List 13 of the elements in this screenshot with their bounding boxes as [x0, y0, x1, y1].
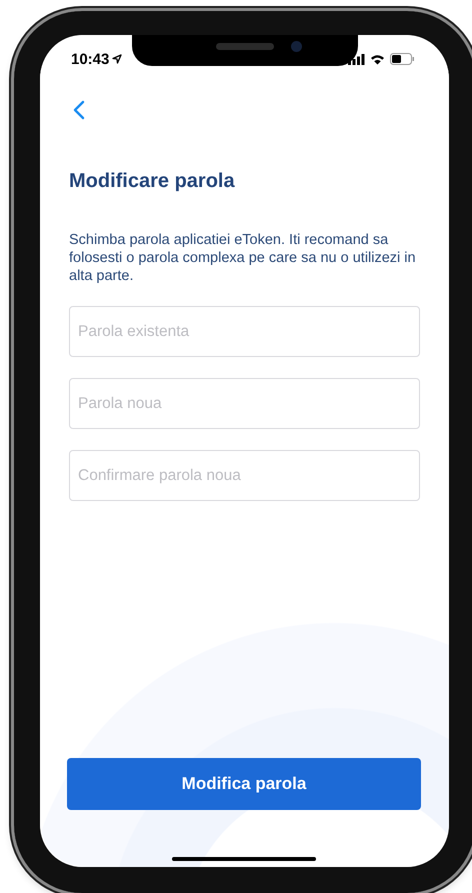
page-title: Modificare parola: [69, 170, 236, 193]
password-field[interactable]: Confirmare parola noua: [69, 450, 420, 501]
description-text: Schimba parola aplicatiei eToken. Iti recomand sa folosesti o parola complexa pe care sa nu o utilizezi in alta parte.: [69, 231, 417, 285]
password-field[interactable]: Parola existenta: [69, 306, 420, 357]
speaker-grille: [216, 43, 274, 50]
status-time: 10:43: [71, 52, 110, 66]
camera-lens: [291, 41, 302, 52]
location-arrow-icon: [112, 54, 122, 64]
change-password-button[interactable]: Modifica parola: [67, 758, 421, 810]
wifi-icon: [370, 54, 385, 64]
password-field[interactable]: Parola noua: [69, 378, 420, 429]
battery-icon: [390, 53, 414, 65]
chevron-left-icon: [73, 100, 85, 120]
